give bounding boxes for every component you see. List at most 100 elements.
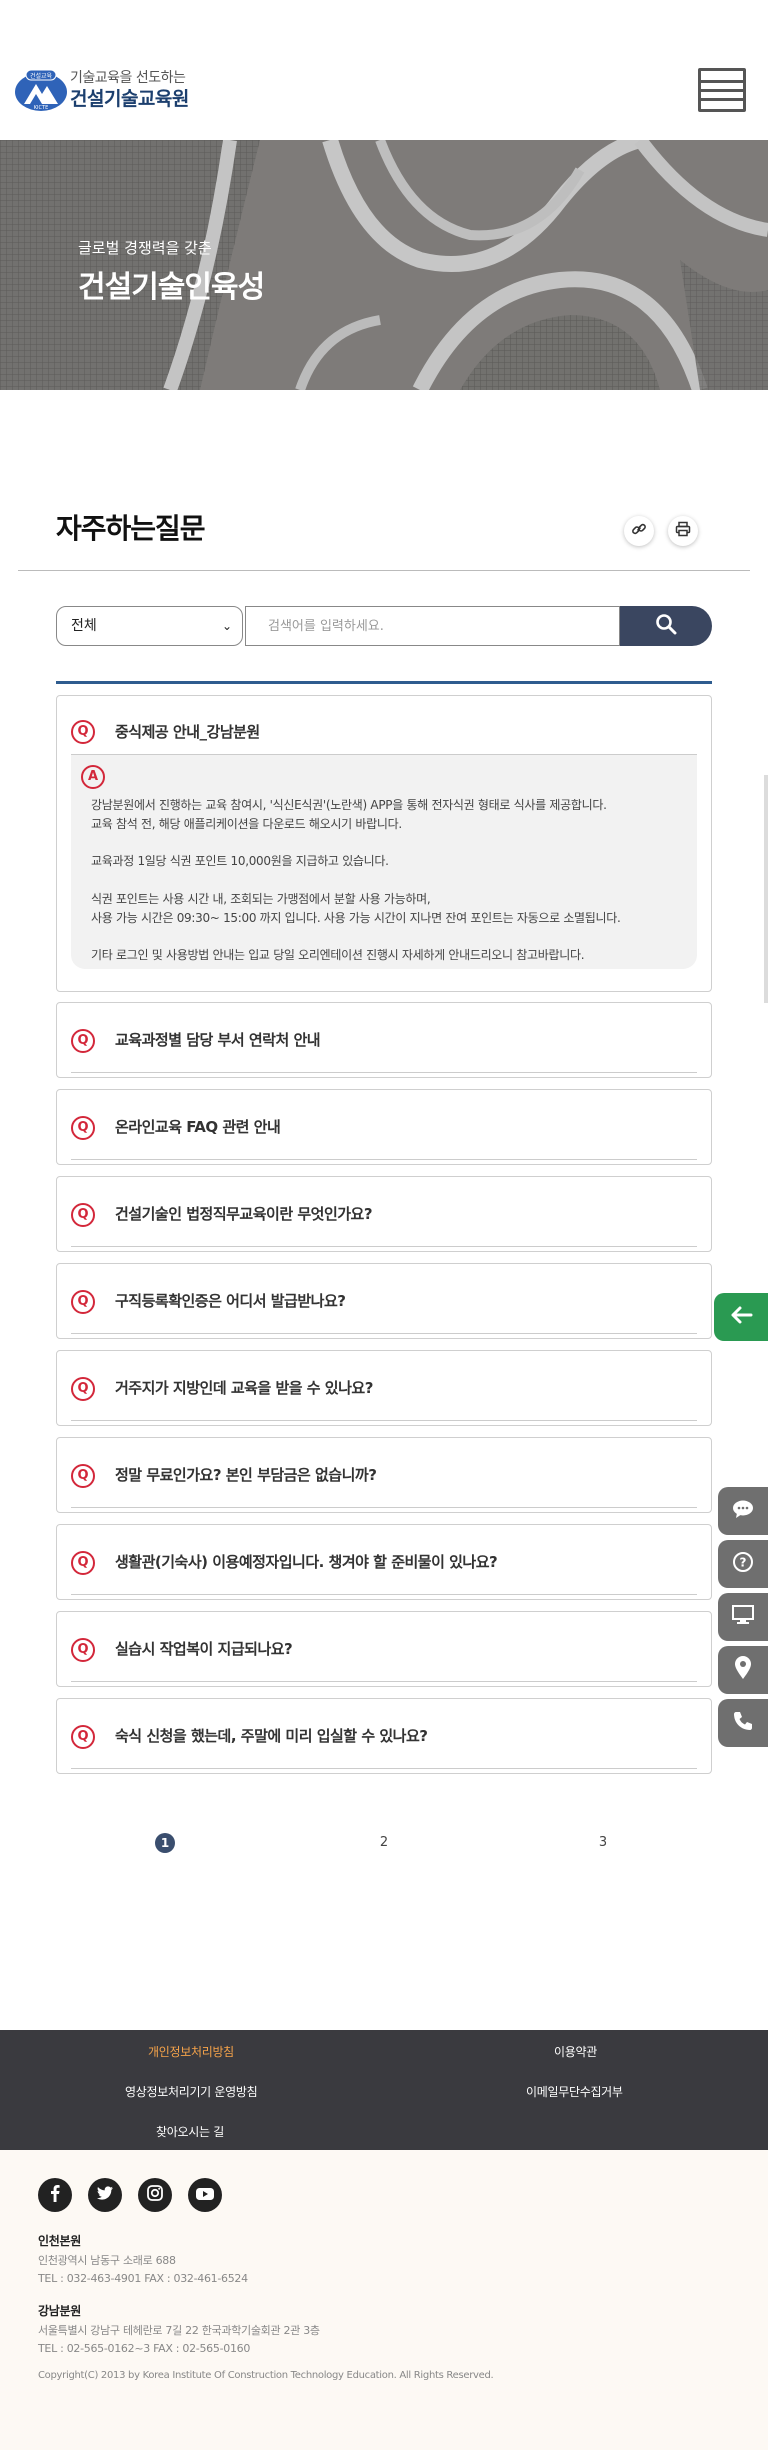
branch1-address: 인천광역시 남동구 소래로 688 [38, 2254, 176, 2267]
link-icon [631, 521, 647, 541]
faq-question-row[interactable]: Q 교육과정별 담당 부서 연락처 안내 [71, 1003, 697, 1073]
question-mark-icon: Q [71, 1377, 95, 1401]
svg-text:건설교육: 건설교육 [30, 72, 53, 80]
email-collection-refusal-link[interactable]: 이메일무단수집거부 [526, 2083, 623, 2100]
faq-question-row[interactable]: Q 구직등록확인증은 어디서 발급받나요? [71, 1264, 697, 1334]
category-select-value: 전체 [71, 618, 97, 634]
faq-question-row[interactable]: Q 실습시 작업복이 지급되나요? [71, 1612, 697, 1682]
instagram-icon [146, 2184, 164, 2206]
faq-question[interactable]: 생활관(기숙사) 이용예정자입니다. 챙겨야 할 준비물이 있나요? [115, 1551, 498, 1572]
faq-question-row[interactable]: Q 거주지가 지방인데 교육을 받을 수 있나요? [71, 1351, 697, 1421]
page-1-link[interactable]: 1 [155, 1833, 175, 1853]
branch1-contact: TEL : 032-463-4901 FAX : 032-461-6524 [38, 2272, 248, 2285]
answer-line: 강남분원에서 진행하는 교육 참여시, '식신E식권'(노란색) APP을 통해… [91, 798, 607, 812]
instagram-link[interactable] [138, 2178, 172, 2212]
faq-question[interactable]: 온라인교육 FAQ 관련 안내 [115, 1116, 281, 1137]
answer-line: 교육 참석 전, 해당 애플리케이션을 다운로드 해오시기 바랍니다. [91, 817, 402, 831]
faq-item[interactable]: Q 실습시 작업복이 지급되나요? [56, 1611, 712, 1687]
question-mark-icon: Q [71, 1464, 95, 1488]
faq-question-row[interactable]: Q 정말 무료인가요? 본인 부담금은 없습니까? [71, 1438, 697, 1508]
chat-icon [731, 1498, 755, 1524]
answer-line: 교육과정 1일당 식권 포인트 10,000원을 지급하고 있습니다. [91, 854, 389, 868]
question-mark-icon: Q [71, 1638, 95, 1662]
monitor-icon [731, 1604, 755, 1630]
faq-question[interactable]: 중식제공 안내_강남분원 [115, 721, 260, 742]
question-mark-icon: Q [71, 1290, 95, 1314]
online-education-button[interactable] [718, 1593, 768, 1641]
faq-question[interactable]: 정말 무료인가요? 본인 부담금은 없습니까? [115, 1464, 377, 1485]
print-button[interactable] [668, 516, 698, 546]
faq-question-row[interactable]: Q 건설기술인 법정직무교육이란 무엇인가요? [71, 1177, 697, 1247]
faq-question[interactable]: 구직등록확인증은 어디서 발급받나요? [115, 1290, 346, 1311]
page-title: 자주하는질문 [56, 512, 206, 545]
answer-line: 사용 가능 시간은 09:30~ 15:00 까지 입니다. 사용 가능 시간이… [91, 911, 621, 925]
category-select[interactable]: 전체 ⌄ [56, 606, 243, 646]
arrow-left-icon [729, 1305, 753, 1329]
cctv-policy-link[interactable]: 영상정보처리기기 운영방침 [125, 2083, 258, 2100]
hero-subtitle: 글로벌 경쟁력을 갖춘 [78, 239, 212, 257]
faq-question[interactable]: 숙식 신청을 했는데, 주말에 미리 입실할 수 있나요? [115, 1725, 428, 1746]
hero-title: 건설기술인육성 [78, 270, 265, 305]
copyright: Copyright(C) 2013 by Korea Institute Of … [38, 2370, 494, 2381]
page: 건설교육 KICTE 기술교육을 선도하는 건설기술교육원 글로벌 경쟁력을 갖… [0, 0, 768, 2450]
share-link-button[interactable] [624, 516, 654, 546]
branch2-contact: TEL : 02-565-0162~3 FAX : 02-565-0160 [38, 2342, 251, 2355]
privacy-policy-link[interactable]: 개인정보처리방침 [148, 2043, 234, 2060]
hamburger-menu-button[interactable] [698, 68, 746, 112]
scrollbar[interactable] [764, 775, 768, 1003]
twitter-link[interactable] [88, 2178, 122, 2212]
page-3-link[interactable]: 3 [593, 1833, 613, 1853]
help-button[interactable]: ? [718, 1540, 768, 1588]
faq-question-row[interactable]: Q 숙식 신청을 했는데, 주말에 미리 입실할 수 있나요? [71, 1699, 697, 1769]
faq-question[interactable]: 교육과정별 담당 부서 연락처 안내 [115, 1029, 321, 1050]
chevron-down-icon: ⌄ [221, 619, 232, 633]
faq-item[interactable]: Q 온라인교육 FAQ 관련 안내 [56, 1089, 712, 1165]
answer-line: 식권 포인트는 사용 시간 내, 조회되는 가맹점에서 분할 사용 가능하며, [91, 892, 431, 906]
branch2-address: 서울특별시 강남구 테헤란로 7길 22 한국과학기술회관 2관 3층 [38, 2324, 320, 2337]
back-button[interactable] [714, 1293, 768, 1341]
terms-of-use-link[interactable]: 이용약관 [554, 2043, 597, 2060]
faq-question-row[interactable]: Q 온라인교육 FAQ 관련 안내 [71, 1090, 697, 1160]
faq-question[interactable]: 거주지가 지방인데 교육을 받을 수 있나요? [115, 1377, 373, 1398]
twitter-icon [96, 2185, 114, 2205]
faq-answer: A 강남분원에서 진행하는 교육 참여시, '식신E식권'(노란색) APP을 … [71, 755, 697, 969]
call-button[interactable] [718, 1699, 768, 1747]
faq-item[interactable]: Q 교육과정별 담당 부서 연락처 안내 [56, 1002, 712, 1078]
faq-item[interactable]: Q 중식제공 안내_강남분원 A 강남분원에서 진행하는 교육 참여시, '식신… [56, 695, 712, 992]
directions-link[interactable]: 찾아오시는 길 [156, 2123, 224, 2140]
faq-question[interactable]: 실습시 작업복이 지급되나요? [115, 1638, 293, 1659]
question-mark-icon: Q [71, 1116, 95, 1140]
logo-tagline: 기술교육을 선도하는 [70, 70, 186, 86]
faq-question-row[interactable]: Q 중식제공 안내_강남분원 [71, 696, 697, 755]
facebook-link[interactable] [38, 2178, 72, 2212]
branch2-name: 강남분원 [38, 2304, 81, 2318]
page-2-link[interactable]: 2 [374, 1833, 394, 1853]
site-logo[interactable]: 건설교육 KICTE 기술교육을 선도하는 건설기술교육원 [14, 68, 189, 112]
question-mark-icon: Q [71, 1203, 95, 1227]
phone-icon [732, 1710, 754, 1736]
branch1-name: 인천본원 [38, 2234, 81, 2248]
logo-emblem-icon: 건설교육 KICTE [14, 68, 68, 112]
faq-question[interactable]: 건설기술인 법정직무교육이란 무엇인가요? [115, 1203, 373, 1224]
search-input[interactable] [245, 606, 620, 646]
location-button[interactable] [718, 1646, 768, 1694]
facebook-icon [47, 2184, 63, 2206]
faq-item[interactable]: Q 생활관(기숙사) 이용예정자입니다. 챙겨야 할 준비물이 있나요? [56, 1524, 712, 1600]
question-mark-icon: Q [71, 720, 95, 744]
faq-list-top-border [56, 681, 712, 684]
svg-text:KICTE: KICTE [34, 105, 48, 111]
menu-bar-icon [701, 98, 743, 101]
faq-item[interactable]: Q 거주지가 지방인데 교육을 받을 수 있나요? [56, 1350, 712, 1426]
faq-item[interactable]: Q 숙식 신청을 했는데, 주말에 미리 입실할 수 있나요? [56, 1698, 712, 1774]
faq-item[interactable]: Q 구직등록확인증은 어디서 발급받나요? [56, 1263, 712, 1339]
search-button[interactable] [620, 606, 712, 646]
faq-question-row[interactable]: Q 생활관(기숙사) 이용예정자입니다. 챙겨야 할 준비물이 있나요? [71, 1525, 697, 1595]
answer-mark-icon: A [81, 765, 105, 789]
faq-item[interactable]: Q 정말 무료인가요? 본인 부담금은 없습니까? [56, 1437, 712, 1513]
chat-button[interactable] [718, 1487, 768, 1535]
question-mark-icon: Q [71, 1725, 95, 1749]
youtube-link[interactable] [188, 2178, 222, 2212]
question-mark-icon: Q [71, 1551, 95, 1575]
title-divider [18, 570, 750, 571]
faq-item[interactable]: Q 건설기술인 법정직무교육이란 무엇인가요? [56, 1176, 712, 1252]
